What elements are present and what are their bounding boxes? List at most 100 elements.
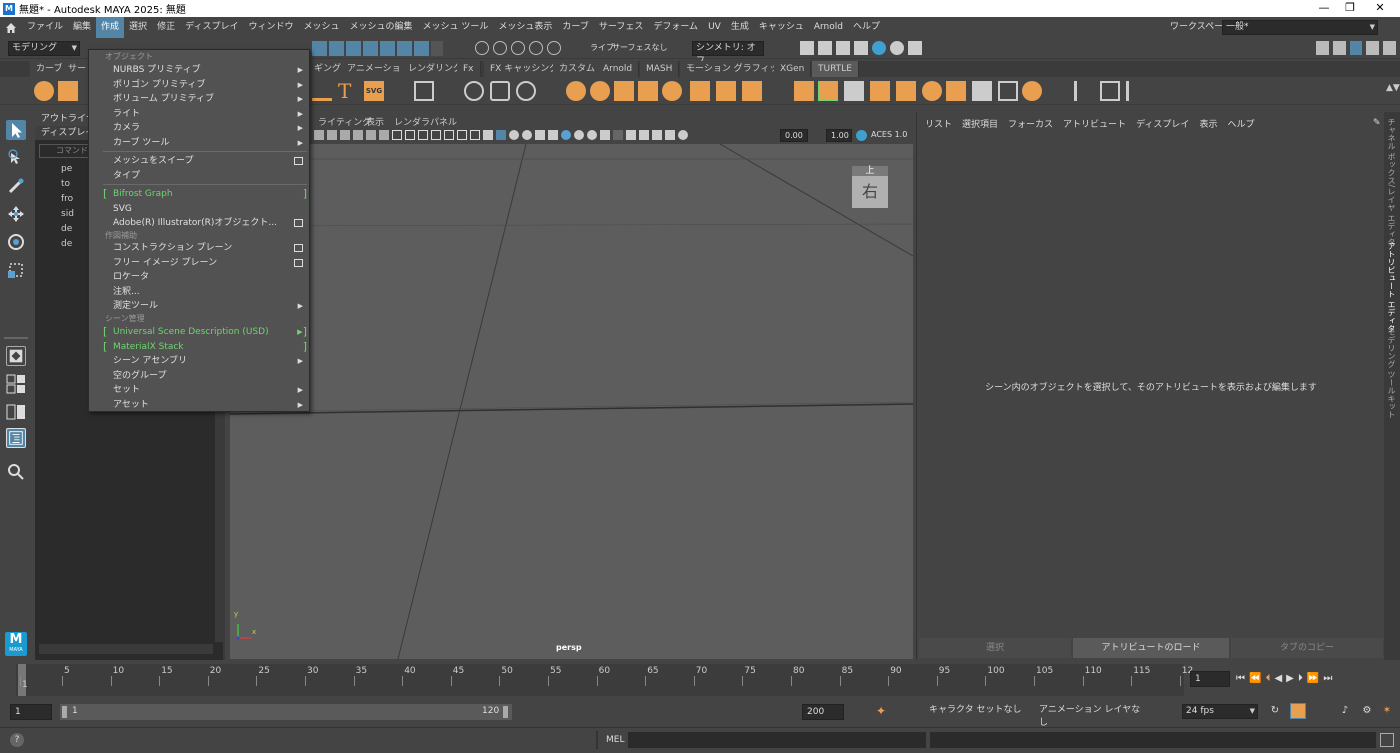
outliner-layout-icon[interactable] xyxy=(6,428,26,448)
shelf-tab-mash[interactable]: MASH xyxy=(640,61,680,77)
camera-select-icon[interactable] xyxy=(314,130,324,140)
go-to-end-icon[interactable]: ⏭ xyxy=(1323,671,1332,687)
surface-none-label[interactable]: サーフェスなし xyxy=(612,42,668,53)
side-tab-channel-box[interactable]: チャネル ボックス/レイヤ エディタ xyxy=(1386,118,1397,246)
freeze-transform-icon[interactable] xyxy=(896,81,916,101)
poly-sphere-tool-icon[interactable] xyxy=(566,81,586,101)
smooth-icon[interactable] xyxy=(662,81,682,101)
select-by-uv-icon[interactable] xyxy=(363,41,378,56)
menu-curves[interactable]: カーブ xyxy=(557,17,593,38)
workspace-dropdown[interactable]: 一般* ▼ xyxy=(1222,20,1378,35)
menu-item-measure-tools[interactable]: 測定ツール ▶ xyxy=(89,299,309,313)
snap-grid-icon[interactable] xyxy=(475,41,489,55)
audio-icon[interactable]: ♪ xyxy=(1338,704,1352,718)
loop-icon[interactable]: ↻ xyxy=(1268,704,1282,718)
menu-help[interactable]: ヘルプ xyxy=(848,17,885,38)
view-cube-right-face[interactable]: 右 xyxy=(852,176,888,208)
shading-icon[interactable] xyxy=(1022,81,1042,101)
ae-menu-selected[interactable]: 選択項目 xyxy=(962,117,998,130)
ae-menu-show[interactable]: 表示 xyxy=(1199,117,1217,130)
time-slider-track[interactable]: 1 5 10 15 20 25 30 35 40 45 50 55 60 65 70 75 80 85 90 95 10… xyxy=(16,664,1193,696)
safe-action-icon[interactable] xyxy=(457,130,467,140)
anti-aliasing-icon[interactable] xyxy=(600,130,610,140)
render-settings-icon[interactable] xyxy=(854,41,868,55)
channel-box-icon[interactable] xyxy=(1383,41,1396,55)
pivot-icon[interactable] xyxy=(464,81,484,101)
range-slider-right-handle[interactable] xyxy=(503,706,508,718)
range-start-field[interactable]: 1 xyxy=(10,704,52,720)
menu-item-scene-assembly[interactable]: シーン アセンブリ ▶ xyxy=(89,354,309,368)
menu-uv[interactable]: UV xyxy=(703,17,726,38)
two-pane-layout-icon[interactable] xyxy=(6,402,26,422)
xray-joints-icon[interactable] xyxy=(665,130,675,140)
lattice-icon[interactable] xyxy=(1100,81,1120,101)
menu-arnold[interactable]: Arnold xyxy=(809,17,848,38)
command-language-label[interactable]: MEL xyxy=(606,735,624,745)
menu-item-construction-plane[interactable]: コンストラクション プレーン xyxy=(89,241,309,255)
help-icon[interactable]: ? xyxy=(10,733,24,747)
combine-icon[interactable] xyxy=(614,81,634,101)
option-box-icon[interactable] xyxy=(294,244,303,252)
select-tool-icon[interactable] xyxy=(6,120,26,140)
viewport-3d[interactable]: 上 右 y x persp xyxy=(230,144,913,659)
panel-toggle-icons[interactable] xyxy=(1316,41,1396,56)
xray-icon[interactable] xyxy=(639,130,649,140)
character-controls-icon[interactable] xyxy=(1332,41,1346,55)
scale-tool-icon[interactable] xyxy=(6,260,26,280)
mirror-icon[interactable] xyxy=(818,81,838,101)
field-chart-icon[interactable] xyxy=(444,130,454,140)
tool-settings-icon[interactable] xyxy=(1366,41,1380,55)
menu-item-annotation[interactable]: 注釈... xyxy=(89,285,309,299)
menu-item-cameras[interactable]: カメラ ▶ xyxy=(89,121,309,135)
menu-select[interactable]: 選択 xyxy=(124,17,152,38)
menu-item-curve-tools[interactable]: カーブ ツール ▶ xyxy=(89,136,309,150)
wireframe-on-shaded-icon[interactable] xyxy=(522,130,532,140)
grid-toggle-icon[interactable] xyxy=(392,130,402,140)
shelf-tab-arnold[interactable]: Arnold xyxy=(597,61,640,77)
outliner-hscrollbar[interactable] xyxy=(39,644,213,654)
vp-menu-panels[interactable]: パネル xyxy=(430,115,457,128)
vp-menu-renderer[interactable]: レンダラ xyxy=(394,115,430,128)
render-current-icon[interactable] xyxy=(818,41,832,55)
ae-menu-attributes[interactable]: アトリビュート xyxy=(1063,117,1126,130)
curve-tool-icon[interactable] xyxy=(312,81,332,101)
wireframe-icon[interactable] xyxy=(483,130,493,140)
select-by-vertex-icon[interactable] xyxy=(312,41,327,56)
colorspace-label[interactable]: ACES 1.0 xyxy=(871,130,907,139)
go-to-start-icon[interactable]: ⏮ xyxy=(1236,671,1245,687)
copy-tab-button[interactable]: タブのコピー xyxy=(1231,638,1383,658)
menu-item-lights[interactable]: ライト ▶ xyxy=(89,107,309,121)
rotate-tool-icon[interactable] xyxy=(6,232,26,252)
menu-item-svg[interactable]: SVG xyxy=(89,202,309,216)
poly-torus-icon[interactable] xyxy=(590,81,610,101)
menu-item-usd[interactable]: [Universal Scene Description (USD) ▸] xyxy=(89,325,309,339)
shelf-tab-xgen[interactable]: XGen xyxy=(774,61,812,77)
option-box-icon[interactable] xyxy=(294,259,303,267)
selection-mask-icons[interactable] xyxy=(312,41,460,56)
menu-modify[interactable]: 修正 xyxy=(152,17,180,38)
vp-menu-lighting[interactable]: ライティング xyxy=(318,115,371,128)
separate-icon[interactable] xyxy=(638,81,658,101)
uv-editor-icon[interactable] xyxy=(998,81,1018,101)
xray-active-icon[interactable] xyxy=(652,130,662,140)
ae-menu-list[interactable]: リスト xyxy=(925,117,952,130)
bookmark-icon[interactable] xyxy=(340,130,350,140)
auto-key-icon[interactable]: ✦ xyxy=(876,704,892,720)
prefs-icon[interactable]: ⚙ xyxy=(1360,704,1374,718)
ae-menu-focus[interactable]: フォーカス xyxy=(1008,117,1053,130)
camera-attributes-icon[interactable] xyxy=(327,130,337,140)
select-by-edge-icon[interactable] xyxy=(329,41,344,56)
menu-item-polygon-primitives[interactable]: ポリゴン プリミティブ ▶ xyxy=(89,78,309,92)
step-back-key-icon[interactable]: ⏪ xyxy=(1249,671,1261,687)
color-management-icon[interactable] xyxy=(856,130,867,141)
menu-item-sets[interactable]: セット ▶ xyxy=(89,383,309,397)
film-gate-icon[interactable] xyxy=(405,130,415,140)
menu-generate[interactable]: 生成 xyxy=(726,17,754,38)
key-graph-icon[interactable] xyxy=(1290,703,1306,719)
measure-icon[interactable] xyxy=(490,81,510,101)
menu-mesh-tools[interactable]: メッシュ ツール xyxy=(418,17,494,38)
exposure-field[interactable]: 0.00 xyxy=(780,129,808,142)
arnold-render-icon[interactable] xyxy=(890,41,904,55)
grease-pencil-icon[interactable] xyxy=(379,130,389,140)
character-set-dropdown[interactable]: キャラクタ セットなし xyxy=(926,704,1026,719)
